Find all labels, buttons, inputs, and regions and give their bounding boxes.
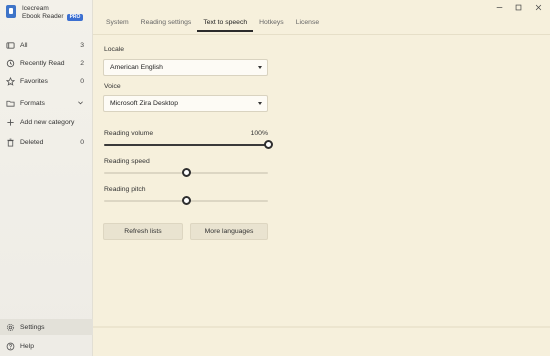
sidebar-item-count: 0 [80, 138, 84, 146]
reading-volume-label: Reading volume [104, 130, 154, 137]
folder-icon [5, 98, 15, 108]
locale-value: American English [110, 64, 163, 71]
sidebar-item-settings[interactable]: Settings [0, 319, 93, 335]
help-icon [5, 341, 15, 351]
chevron-down-icon[interactable] [77, 99, 84, 108]
brand-name-line1: Icecream [22, 5, 49, 12]
sidebar-item-help[interactable]: Help [0, 338, 93, 354]
close-button[interactable] [529, 2, 547, 12]
maximize-icon [515, 4, 521, 10]
sidebar-item-label: Recently Read [20, 59, 65, 67]
locale-select[interactable]: American English [103, 59, 268, 76]
maximize-button[interactable] [509, 2, 527, 12]
minimize-icon [496, 6, 502, 8]
dropdown-arrow-icon [258, 102, 262, 105]
sidebar-item-recently-read[interactable]: Recently Read 2 [0, 55, 93, 71]
sidebar-item-label: Help [20, 342, 34, 350]
tabs-divider [93, 34, 550, 35]
sidebar-item-label: Add new category [20, 118, 75, 126]
tab-text-to-speech[interactable]: Text to speech [197, 17, 253, 32]
reading-speed-label: Reading speed [104, 158, 150, 165]
sidebar-item-count: 3 [80, 41, 84, 49]
sidebar-item-favorites[interactable]: Favorites 0 [0, 73, 93, 89]
sidebar-item-count: 2 [80, 59, 84, 67]
sidebar-item-add-category[interactable]: Add new category [0, 114, 93, 130]
slider-fill [104, 144, 268, 146]
dropdown-arrow-icon [258, 66, 262, 69]
reading-speed-slider[interactable] [104, 168, 268, 178]
voice-select[interactable]: Microsoft Zira Desktop [103, 95, 268, 112]
pro-badge: PRO [66, 13, 84, 21]
history-icon [5, 58, 15, 68]
sidebar-item-deleted[interactable]: Deleted 0 [0, 134, 93, 150]
tab-reading-settings[interactable]: Reading settings [135, 17, 198, 32]
reading-pitch-slider[interactable] [104, 196, 268, 206]
locale-label: Locale [104, 46, 125, 53]
more-languages-button[interactable]: More languages [190, 223, 268, 240]
brand-name-line2: Ebook Reader [22, 13, 64, 20]
slider-thumb[interactable] [263, 140, 273, 149]
tab-hotkeys[interactable]: Hotkeys [253, 17, 290, 32]
footer-divider [93, 326, 550, 328]
close-icon [535, 4, 541, 10]
sidebar-item-label: All [20, 41, 28, 49]
slider-thumb[interactable] [181, 168, 191, 177]
settings-tabs: System Reading settings Text to speech H… [100, 17, 325, 32]
tab-license[interactable]: License [290, 17, 325, 32]
sidebar-item-all[interactable]: All 3 [0, 37, 93, 53]
star-icon [5, 76, 15, 86]
app-brand: Icecream Ebook Reader PRO [6, 5, 84, 21]
trash-icon [5, 137, 15, 147]
voice-label: Voice [104, 83, 121, 90]
slider-thumb[interactable] [181, 196, 191, 205]
gear-icon [5, 322, 15, 332]
voice-value: Microsoft Zira Desktop [110, 100, 178, 107]
reading-pitch-label: Reading pitch [104, 186, 146, 193]
minimize-button[interactable] [490, 2, 508, 12]
sidebar-item-label: Favorites [20, 77, 48, 85]
plus-icon [5, 117, 15, 127]
sidebar-item-label: Settings [20, 323, 45, 331]
reading-volume-value: 100% [250, 130, 268, 137]
reading-volume-slider[interactable] [104, 140, 273, 150]
sidebar: Icecream Ebook Reader PRO All 3 Recently… [0, 0, 93, 356]
sidebar-item-label: Formats [20, 99, 45, 107]
app-logo-icon [6, 5, 16, 18]
sidebar-item-label: Deleted [20, 138, 44, 146]
sidebar-item-count: 0 [80, 77, 84, 85]
tab-system[interactable]: System [100, 17, 135, 32]
grid-icon [5, 40, 15, 50]
refresh-lists-button[interactable]: Refresh lists [103, 223, 183, 240]
sidebar-item-formats[interactable]: Formats [0, 95, 93, 111]
